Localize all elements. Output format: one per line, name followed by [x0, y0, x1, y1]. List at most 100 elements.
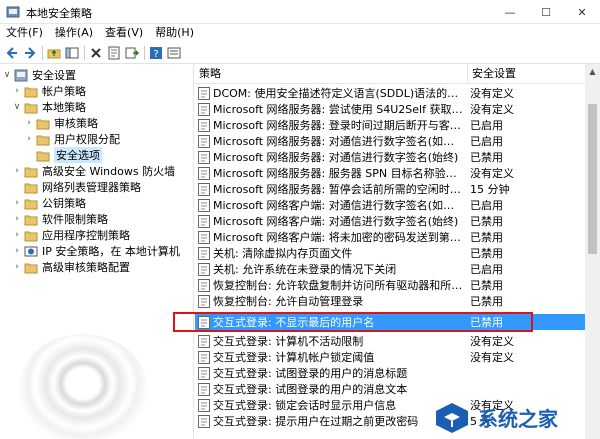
policy-name: Microsoft 网络服务器: 对通信进行数字签名(如果客户端允...	[213, 135, 463, 148]
policy-setting: 已启用	[470, 199, 503, 212]
expand-icon[interactable]: ›	[24, 134, 34, 144]
highlight-annotation-box	[173, 312, 533, 332]
expand-icon[interactable]: ›	[12, 230, 22, 240]
policy-setting: 已禁用	[470, 215, 503, 228]
policy-icon	[198, 86, 210, 100]
table-row[interactable]: Microsoft 网络客户端: 对通信进行数字签名(始终) 已禁用	[195, 213, 585, 229]
tree-item-local-policies[interactable]: ∨ 本地策略	[12, 99, 86, 115]
folder-icon	[24, 87, 38, 97]
table-row[interactable]: 恢复控制台: 允许软盘复制并访问所有驱动器和所有文件夹已禁用	[195, 277, 585, 293]
properties-icon[interactable]	[106, 45, 122, 61]
tree-item-network-list[interactable]: 网络列表管理器策略	[12, 179, 141, 195]
policy-icon	[198, 102, 210, 116]
expand-icon[interactable]: ›	[12, 198, 22, 208]
vertical-scrollbar[interactable]: ▲	[585, 64, 600, 439]
table-row[interactable]: Microsoft 网络服务器: 暂停会话前所需的空闲时间数量 15 分钟	[195, 181, 585, 197]
tree-item-public-key[interactable]: › 公钥策略	[12, 195, 86, 211]
security-settings-icon	[14, 69, 28, 81]
table-row[interactable]: Microsoft 网络客户端: 对通信进行数字签名(如果服务器允... 已启用	[195, 197, 585, 213]
scrollbar-thumb[interactable]	[588, 104, 597, 254]
tree-item-label: 安全选项	[54, 147, 102, 163]
table-row[interactable]: 关机: 允许系统在未登录的情况下关闭 已启用	[195, 261, 585, 277]
folder-icon	[24, 231, 38, 241]
policy-icon	[198, 214, 210, 228]
table-row[interactable]: Microsoft 网络客户端: 将未加密的密码发送到第三方 SMB... 已禁用	[195, 229, 585, 245]
forward-icon[interactable]	[22, 45, 38, 61]
menu-file[interactable]: 文件(F)	[0, 24, 49, 42]
policy-name: Microsoft 网络客户端: 对通信进行数字签名(始终)	[213, 215, 459, 228]
toolbar: ?	[0, 42, 600, 64]
tree-item-security-options[interactable]: 安全选项	[24, 147, 102, 163]
tree-item-firewall[interactable]: › 高级安全 Windows 防火墙	[12, 163, 175, 179]
tree-item-label: 帐户策略	[42, 85, 86, 98]
menu-help[interactable]: 帮助(H)	[149, 24, 200, 42]
scroll-up-arrow-icon[interactable]: ▲	[585, 64, 600, 79]
policy-setting: 已禁用	[470, 279, 503, 292]
folder-icon	[24, 263, 38, 273]
tree-item-label: 公钥策略	[42, 197, 86, 210]
table-row[interactable]: 交互式登录: 试图登录的用户的消息标题	[195, 365, 585, 381]
maximize-button[interactable]: ☐	[528, 0, 564, 24]
tree-item-advanced-audit[interactable]: › 高级审核策略配置	[12, 259, 130, 275]
column-header-policy[interactable]: 策略	[195, 64, 467, 84]
policy-name: 恢复控制台: 允许自动管理登录	[213, 295, 364, 308]
policy-icon	[198, 398, 210, 412]
tree-item-software-restriction[interactable]: › 软件限制策略	[12, 211, 108, 227]
menu-view[interactable]: 查看(V)	[99, 24, 149, 42]
menu-action[interactable]: 操作(A)	[49, 24, 99, 42]
tree-item-label: 审核策略	[54, 117, 98, 130]
policy-name: 交互式登录: 锁定会话时显示用户信息	[213, 399, 397, 412]
delete-icon[interactable]	[88, 45, 104, 61]
table-row[interactable]: 交互式登录: 计算机不活动限制 没有定义	[195, 333, 585, 349]
tree-item-audit-policy[interactable]: › 审核策略	[24, 115, 98, 131]
background-swirl-decoration	[18, 334, 148, 439]
table-row[interactable]: Microsoft 网络服务器: 尝试使用 S4U2Self 获取声明信息没有定…	[195, 101, 585, 117]
expand-icon[interactable]: ›	[24, 118, 34, 128]
up-folder-icon[interactable]	[46, 45, 62, 61]
policy-setting: 没有定义	[470, 167, 514, 180]
table-row[interactable]: Microsoft 网络服务器: 登录时间过期后断开与客户端的连接已启用	[195, 117, 585, 133]
navigation-tree: ∨ 安全设置 › 帐户策略 ∨ 本地策略 › 审核策略 › 用户权限分配 安全选…	[0, 64, 194, 439]
security-policy-app-icon	[6, 6, 20, 18]
policy-name: 恢复控制台: 允许软盘复制并访问所有驱动器和所有文件夹	[213, 279, 463, 292]
back-icon[interactable]	[4, 45, 20, 61]
policy-name: 关机: 允许系统在未登录的情况下关闭	[213, 263, 397, 276]
policy-setting: 没有定义	[470, 351, 514, 364]
expand-icon[interactable]: ›	[12, 214, 22, 224]
table-row[interactable]: Microsoft 网络服务器: 服务器 SPN 目标名称验证级别 没有定义	[195, 165, 585, 181]
table-row[interactable]: 关机: 清除虚拟内存页面文件 已禁用	[195, 245, 585, 261]
policy-icon	[198, 246, 210, 260]
show-hide-tree-icon[interactable]	[64, 45, 80, 61]
collapse-icon[interactable]: ∨	[12, 102, 22, 112]
tree-item-user-rights[interactable]: › 用户权限分配	[24, 131, 120, 147]
policy-name: Microsoft 网络服务器: 尝试使用 S4U2Self 获取声明信息	[213, 103, 463, 116]
help-icon[interactable]: ?	[148, 45, 164, 61]
folder-icon	[36, 151, 50, 161]
table-row[interactable]: 恢复控制台: 允许自动管理登录 已禁用	[195, 293, 585, 309]
tree-item-security-settings[interactable]: ∨ 安全设置	[2, 67, 76, 83]
table-row[interactable]: 交互式登录: 计算机帐户锁定阈值 没有定义	[195, 349, 585, 365]
export-list-icon[interactable]	[124, 45, 140, 61]
expand-icon[interactable]: ›	[12, 246, 22, 256]
expand-icon[interactable]: ›	[12, 166, 22, 176]
close-button[interactable]: ✕	[564, 0, 600, 24]
policy-setting: 已禁用	[470, 231, 503, 244]
column-header-setting[interactable]: 安全设置	[468, 64, 585, 84]
tree-item-account-policies[interactable]: › 帐户策略	[12, 83, 86, 99]
policy-icon	[198, 366, 210, 380]
table-row[interactable]: Microsoft 网络服务器: 对通信进行数字签名(始终) 已禁用	[195, 149, 585, 165]
table-row[interactable]: DCOM: 使用安全描述符定义语言(SDDL)语法的计算机启动... 没有定义	[195, 85, 585, 101]
table-row[interactable]: Microsoft 网络服务器: 对通信进行数字签名(如果客户端允... 已启用	[195, 133, 585, 149]
expand-icon[interactable]: ›	[12, 86, 22, 96]
tree-item-ip-security[interactable]: › IP 安全策略，在 本地计算机	[12, 243, 180, 259]
expand-icon[interactable]: ›	[12, 262, 22, 272]
policy-name: 交互式登录: 计算机帐户锁定阈值	[213, 351, 375, 364]
collapse-icon[interactable]: ∨	[2, 70, 12, 80]
policy-name: 交互式登录: 提示用户在过期之前更改密码	[213, 415, 419, 428]
minimize-button[interactable]: —	[492, 0, 528, 24]
menu-bar: 文件(F) 操作(A) 查看(V) 帮助(H)	[0, 24, 600, 42]
watermark: 系统之家	[430, 395, 600, 439]
details-icon[interactable]	[166, 45, 182, 61]
tree-item-app-control[interactable]: › 应用程序控制策略	[12, 227, 130, 243]
watermark-text: 系统之家	[478, 406, 558, 431]
